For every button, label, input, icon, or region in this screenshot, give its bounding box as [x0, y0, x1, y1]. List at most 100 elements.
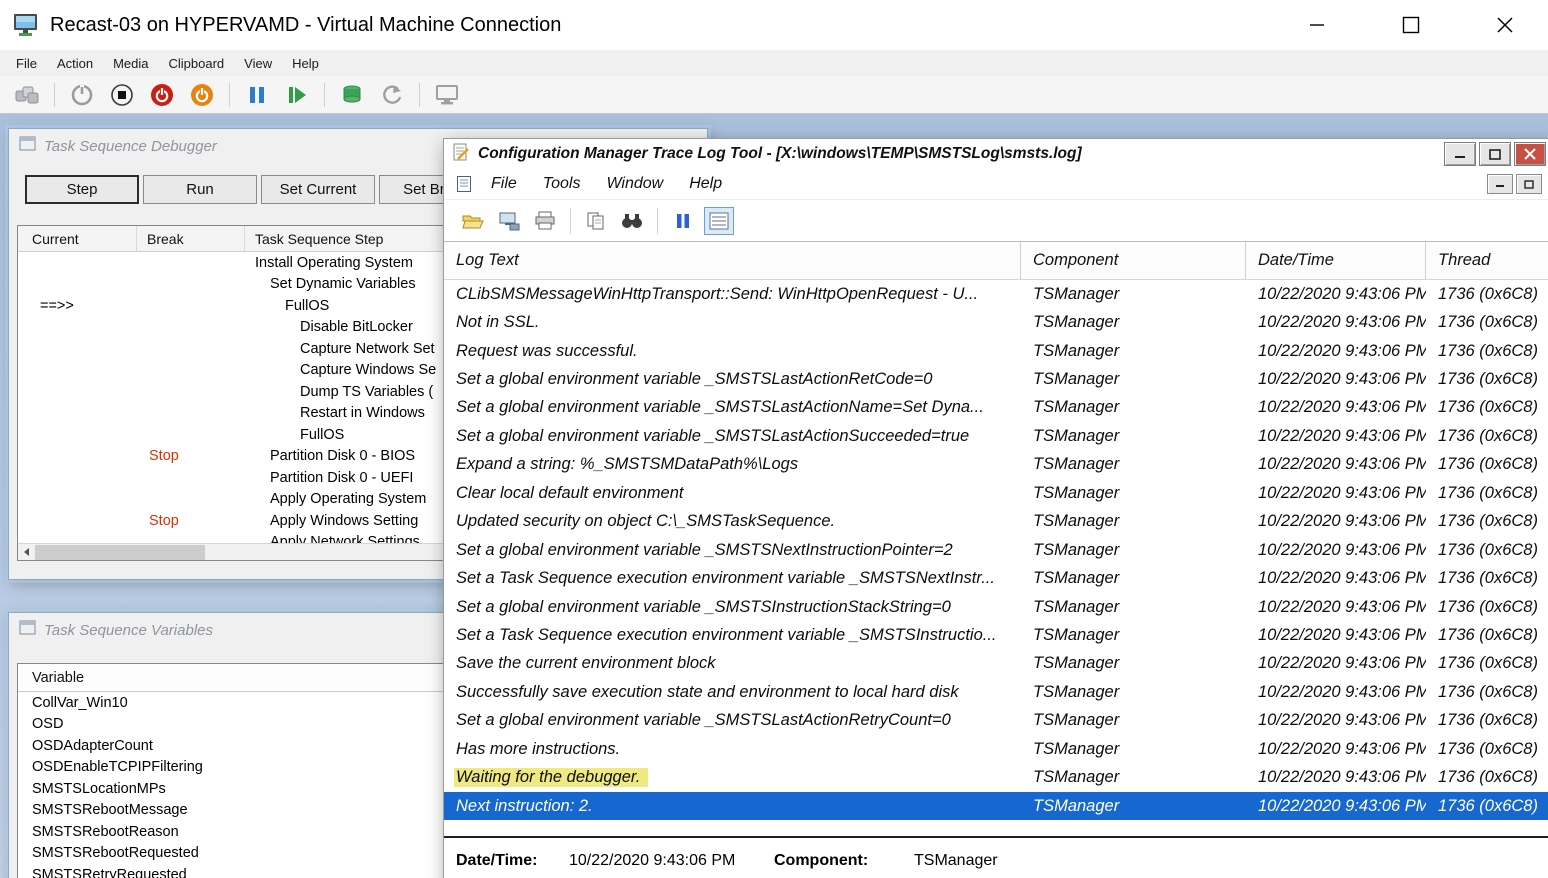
host-menu-help[interactable]: Help	[282, 56, 329, 71]
log-text: Set a global environment variable _SMSTS…	[456, 541, 953, 559]
trace-menu-help[interactable]: Help	[676, 175, 735, 193]
log-row[interactable]: Set a global environment variable _SMSTS…	[444, 422, 1548, 450]
column-header-thread[interactable]: Thread	[1426, 242, 1548, 279]
trace-menu-window[interactable]: Window	[593, 175, 676, 193]
host-menu-media[interactable]: Media	[103, 56, 158, 71]
trace-close-button[interactable]	[1514, 142, 1546, 166]
log-text: Set a global environment variable _SMSTS…	[456, 427, 969, 445]
log-row[interactable]: Successfully save execution state and en…	[444, 678, 1548, 706]
minimize-button[interactable]	[1294, 5, 1340, 45]
start-icon[interactable]	[63, 80, 101, 110]
log-text: Set a global environment variable _SMSTS…	[456, 398, 984, 416]
toolbar-separator	[570, 208, 571, 234]
debugger-step-button[interactable]: Step	[25, 175, 139, 204]
log-thread-cell: 1736 (0x6C8)	[1426, 740, 1548, 759]
column-header-break[interactable]: Break	[137, 226, 245, 251]
toolbar-separator	[419, 83, 420, 107]
column-header-log-text[interactable]: Log Text	[444, 242, 1021, 279]
log-text-cell: CLibSMSMessageWinHttpTransport::Send: Wi…	[444, 285, 1021, 304]
log-datetime-cell: 10/22/2020 9:43:06 PM	[1246, 370, 1426, 389]
enhanced-session-icon[interactable]	[428, 80, 466, 110]
trace-menu-file[interactable]: File	[478, 175, 530, 193]
log-row[interactable]: Request was successful.TSManager10/22/20…	[444, 337, 1548, 365]
log-datetime-cell: 10/22/2020 9:43:06 PM	[1246, 398, 1426, 417]
debugger-run-button[interactable]: Run	[143, 175, 257, 204]
column-header-datetime[interactable]: Date/Time	[1246, 242, 1426, 279]
host-menu-file[interactable]: File	[6, 56, 47, 71]
log-component-cell: TSManager	[1021, 427, 1246, 446]
log-row[interactable]: Set a global environment variable _SMSTS…	[444, 536, 1548, 564]
log-row[interactable]: Set a global environment variable _SMSTS…	[444, 394, 1548, 422]
log-datetime-cell: 10/22/2020 9:43:06 PM	[1246, 740, 1426, 759]
host-menu-action[interactable]: Action	[47, 56, 103, 71]
log-row[interactable]: CLibSMSMessageWinHttpTransport::Send: Wi…	[444, 280, 1548, 308]
printer-icon[interactable]	[530, 207, 560, 235]
host-titlebar[interactable]: Recast-03 on HYPERVAMD - Virtual Machine…	[0, 0, 1548, 50]
host-toolbar	[0, 76, 1548, 114]
revert-icon[interactable]	[373, 80, 411, 110]
log-text-cell: Set a Task Sequence execution environmen…	[444, 626, 1021, 645]
pause-icon[interactable]	[238, 80, 276, 110]
stop-icon[interactable]	[103, 80, 141, 110]
close-button[interactable]	[1482, 5, 1528, 45]
checkpoint-icon[interactable]	[333, 80, 371, 110]
log-row[interactable]: Set a Task Sequence execution environmen…	[444, 621, 1548, 649]
list-icon[interactable]	[704, 207, 734, 235]
cmtrace-titlebar[interactable]: Configuration Manager Trace Log Tool - […	[444, 139, 1548, 169]
scrollbar-thumb[interactable]	[35, 545, 205, 560]
log-row[interactable]: Not in SSL.TSManager10/22/2020 9:43:06 P…	[444, 308, 1548, 336]
vm-screen: Task Sequence Debugger StepRunSet Curren…	[0, 114, 1548, 878]
binoculars-icon[interactable]	[617, 207, 647, 235]
log-text-cell: Save the current environment block	[444, 654, 1021, 673]
variables-window-title: Task Sequence Variables	[44, 622, 213, 639]
trace-maximize-button[interactable]	[1479, 142, 1511, 166]
host-menu-view[interactable]: View	[234, 56, 282, 71]
shut-down-icon[interactable]	[183, 80, 221, 110]
log-datetime-cell: 10/22/2020 9:43:06 PM	[1246, 541, 1426, 560]
resume-icon[interactable]	[278, 80, 316, 110]
host-menu-clipboard[interactable]: Clipboard	[159, 56, 235, 71]
pause-icon[interactable]	[668, 207, 698, 235]
log-row[interactable]: Expand a string: %_SMSTSMDataPath%\LogsT…	[444, 451, 1548, 479]
log-row[interactable]: Save the current environment blockTSMana…	[444, 650, 1548, 678]
log-text-cell: Expand a string: %_SMSTSMDataPath%\Logs	[444, 455, 1021, 474]
column-header-current[interactable]: Current	[18, 226, 137, 251]
trace-menu-tools[interactable]: Tools	[530, 175, 594, 193]
turn-off-icon[interactable]	[143, 80, 181, 110]
log-thread-cell: 1736 (0x6C8)	[1426, 598, 1548, 617]
folder-open-icon[interactable]	[458, 207, 488, 235]
log-row[interactable]: Updated security on object C:\_SMSTaskSe…	[444, 508, 1548, 536]
toolbar-separator	[54, 83, 55, 107]
ctrl-alt-del-icon[interactable]	[8, 80, 46, 110]
log-row[interactable]: Has more instructions.TSManager10/22/202…	[444, 735, 1548, 763]
log-row[interactable]: Next instruction: 2.TSManager10/22/2020 …	[444, 792, 1548, 820]
log-component-cell: TSManager	[1021, 484, 1246, 503]
computer-icon[interactable]	[494, 207, 524, 235]
log-row[interactable]: Set a Task Sequence execution environmen…	[444, 564, 1548, 592]
log-datetime-cell: 10/22/2020 9:43:06 PM	[1246, 313, 1426, 332]
maximize-button[interactable]	[1388, 5, 1434, 45]
mdi-minimize-button[interactable]	[1487, 174, 1513, 194]
debugger-set-current-button[interactable]: Set Current	[261, 175, 375, 204]
copy-icon[interactable]	[581, 207, 611, 235]
log-row[interactable]: Set a global environment variable _SMSTS…	[444, 365, 1548, 393]
vm-connection-window: Recast-03 on HYPERVAMD - Virtual Machine…	[0, 0, 1548, 878]
debugger-window-icon	[19, 136, 36, 156]
trace-minimize-button[interactable]	[1444, 142, 1476, 166]
log-text: Clear local default environment	[456, 484, 683, 502]
document-icon[interactable]	[456, 175, 472, 193]
scroll-left-icon[interactable]	[18, 544, 35, 560]
log-row[interactable]: Waiting for the debugger.TSManager10/22/…	[444, 763, 1548, 791]
log-datetime-cell: 10/22/2020 9:43:06 PM	[1246, 427, 1426, 446]
cmtrace-app-icon	[452, 143, 470, 166]
log-row[interactable]: Set a global environment variable _SMSTS…	[444, 707, 1548, 735]
cmtrace-menubar: FileToolsWindowHelp	[444, 169, 1548, 200]
mdi-restore-button[interactable]	[1516, 174, 1542, 194]
log-row[interactable]: Clear local default environment TSManager…	[444, 479, 1548, 507]
log-text: Save the current environment block	[456, 654, 716, 672]
log-row[interactable]: Set a global environment variable _SMSTS…	[444, 593, 1548, 621]
log-text-cell: Successfully save execution state and en…	[444, 683, 1021, 702]
log-text: Successfully save execution state and en…	[456, 683, 959, 701]
column-header-component[interactable]: Component	[1021, 242, 1246, 279]
log-datetime-cell: 10/22/2020 9:43:06 PM	[1246, 598, 1426, 617]
